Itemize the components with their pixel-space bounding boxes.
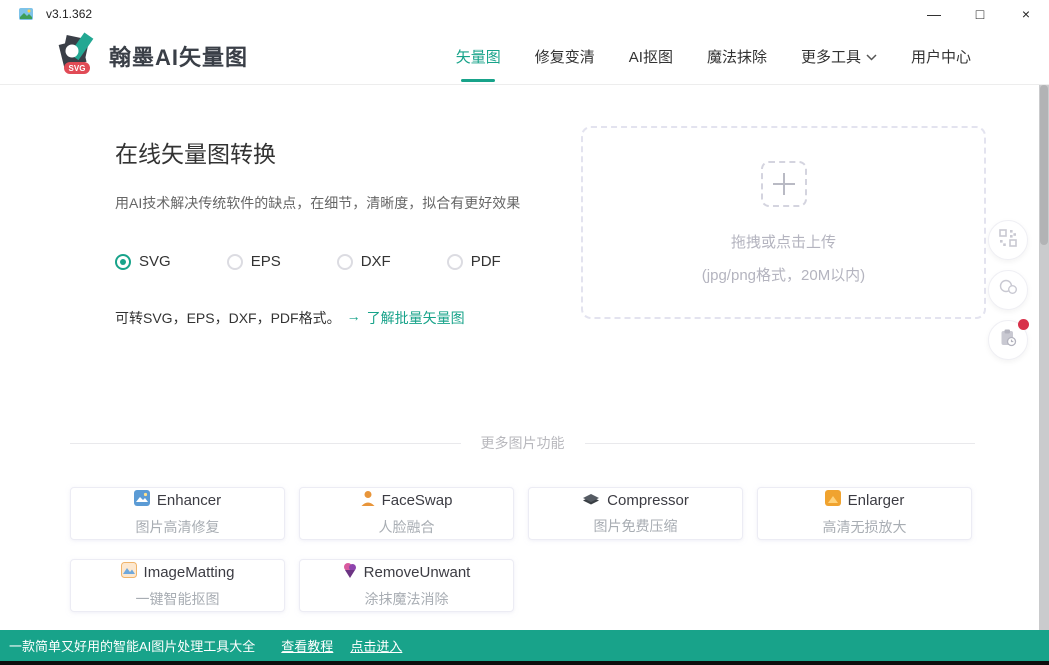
format-radio-group: SVG EPS DXF PDF [115,253,565,270]
feature-cards: Enhancer 图片高清修复 FaceSwap 人脸融合 [70,487,972,612]
converter-intro: 在线矢量图转换 用AI技术解决传统软件的缺点，在细节，清晰度，拟合有更好效果 S… [115,135,565,328]
card-enlarger[interactable]: Enlarger 高清无损放大 [757,487,972,540]
page-title: 在线矢量图转换 [115,135,565,169]
format-note: 可转SVG，EPS，DXF，PDF格式。 → 了解批量矢量图 [115,308,565,328]
tab-user-center[interactable]: 用户中心 [911,46,971,67]
compress-icon [582,492,600,509]
logo-badge-text: SVG [69,64,86,73]
qr-code-icon [999,229,1017,252]
radio-pdf-label: PDF [471,253,501,270]
tab-magic-erase[interactable]: 魔法抹除 [707,46,767,67]
radio-eps-circle[interactable] [227,254,243,270]
format-note-text: 可转SVG，EPS，DXF，PDF格式。 [115,308,341,328]
card-imagematting-name: ImageMatting [144,564,235,581]
tab-repair-clarify-label: 修复变清 [535,46,595,67]
card-imagematting[interactable]: ImageMatting 一键智能抠图 [70,559,285,612]
card-enhancer-name: Enhancer [157,492,221,509]
upload-dropzone[interactable]: 拖拽或点击上传 (jpg/png格式，20M以内) [581,126,986,319]
card-faceswap-name: FaceSwap [382,492,453,509]
tab-more-tools-label: 更多工具 [801,46,861,67]
card-removeunwant[interactable]: RemoveUnwant 涂抹魔法消除 [299,559,514,612]
radio-svg-label: SVG [139,253,171,270]
batch-vector-link-label: 了解批量矢量图 [367,308,465,328]
header: SVG 翰墨AI矢量图 矢量图 修复变清 AI抠图 魔法抹除 更多工具 用户中心 [0,28,1049,85]
card-enhancer[interactable]: Enhancer 图片高清修复 [70,487,285,540]
scrollbar-thumb[interactable] [1040,85,1048,245]
person-icon [361,490,375,510]
card-imagematting-desc: 一键智能抠图 [136,589,220,609]
logo-text: 翰墨AI矢量图 [109,40,248,72]
floating-side-tools [988,220,1028,360]
radio-dxf[interactable]: DXF [337,253,391,270]
card-enlarger-desc: 高清无损放大 [823,517,907,537]
titlebar: v3.1.362 — □ × [0,0,1049,28]
close-button[interactable]: × [1003,0,1049,28]
tab-vector-label: 矢量图 [456,46,501,67]
tab-repair-clarify[interactable]: 修复变清 [535,46,595,67]
contact-button[interactable] [988,270,1028,310]
card-enlarger-name: Enlarger [848,492,905,509]
radio-dxf-label: DXF [361,253,391,270]
card-enhancer-desc: 图片高清修复 [136,517,220,537]
card-faceswap[interactable]: FaceSwap 人脸融合 [299,487,514,540]
history-button[interactable] [988,320,1028,360]
arrow-right-icon: → [347,308,361,328]
qr-code-button[interactable] [988,220,1028,260]
main-nav: 矢量图 修复变清 AI抠图 魔法抹除 更多工具 用户中心 [456,46,971,67]
radio-svg-circle[interactable] [115,254,131,270]
bottom-strip [0,661,1049,665]
tab-more-tools[interactable]: 更多工具 [801,46,877,67]
vertical-scrollbar[interactable] [1039,85,1049,630]
upload-format-hint: (jpg/png格式，20M以内) [702,264,865,285]
upload-hint: 拖拽或点击上传 [731,231,836,252]
minimize-button[interactable]: — [911,0,957,28]
enlarge-icon [825,490,841,510]
app-icon [18,6,34,22]
tab-ai-matting[interactable]: AI抠图 [629,46,673,67]
app-version: v3.1.362 [46,7,92,21]
features-divider: 更多图片功能 [70,433,975,453]
radio-pdf-circle[interactable] [447,254,463,270]
chevron-down-icon [866,48,877,65]
card-removeunwant-desc: 涂抹魔法消除 [365,589,449,609]
batch-vector-link[interactable]: → 了解批量矢量图 [347,308,465,328]
footer-bar: 一款简单又好用的智能AI图片处理工具大全 查看教程 点击进入 [0,630,1049,661]
divider-label: 更多图片功能 [461,433,585,453]
tab-vector[interactable]: 矢量图 [456,46,501,67]
enter-link[interactable]: 点击进入 [350,636,402,655]
divider-line-right [585,443,976,444]
card-compressor-desc: 图片免费压缩 [594,516,678,536]
notification-dot [1018,319,1029,330]
window-controls: — □ × [911,0,1049,28]
app-logo: SVG 翰墨AI矢量图 [55,32,248,81]
tutorial-link[interactable]: 查看教程 [281,636,333,655]
matting-icon [121,562,137,582]
tab-magic-erase-label: 魔法抹除 [707,46,767,67]
tab-ai-matting-label: AI抠图 [629,46,673,67]
plus-icon[interactable] [761,161,807,207]
chat-icon [998,279,1018,301]
radio-eps[interactable]: EPS [227,253,281,270]
divider-line-left [70,443,461,444]
radio-dxf-circle[interactable] [337,254,353,270]
radio-svg[interactable]: SVG [115,253,171,270]
main-content: 在线矢量图转换 用AI技术解决传统软件的缺点，在细节，清晰度，拟合有更好效果 S… [0,85,1049,630]
picture-icon [134,490,150,510]
page-subtitle: 用AI技术解决传统软件的缺点，在细节，清晰度，拟合有更好效果 [115,193,565,213]
footer-tagline: 一款简单又好用的智能AI图片处理工具大全 [9,636,255,655]
history-icon [999,329,1017,352]
maximize-button[interactable]: □ [957,0,1003,28]
eraser-icon [343,562,357,582]
card-removeunwant-name: RemoveUnwant [364,564,471,581]
logo-mark-icon: SVG [55,32,99,81]
card-compressor-name: Compressor [607,492,689,509]
tab-user-center-label: 用户中心 [911,46,971,67]
card-faceswap-desc: 人脸融合 [379,517,435,537]
radio-eps-label: EPS [251,253,281,270]
radio-pdf[interactable]: PDF [447,253,501,270]
card-compressor[interactable]: Compressor 图片免费压缩 [528,487,743,540]
